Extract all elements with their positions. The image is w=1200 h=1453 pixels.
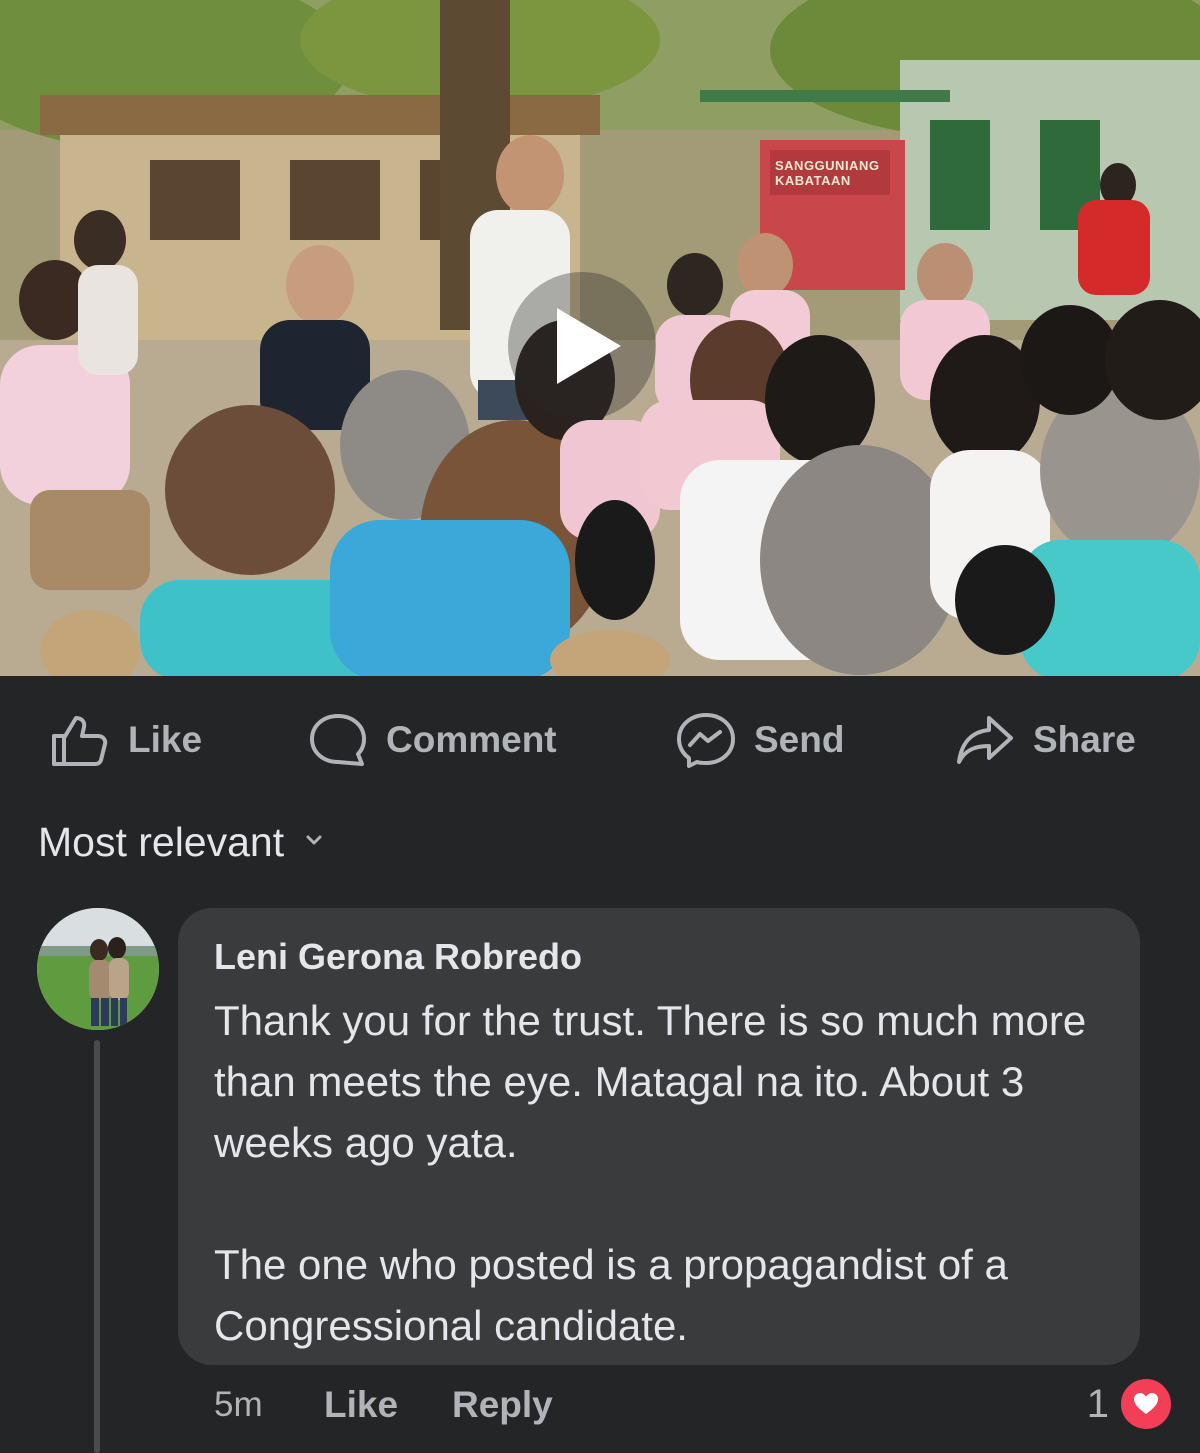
comment-button[interactable]: Comment: [308, 712, 557, 768]
comment-paragraph-1: Thank you for the trust. There is so muc…: [214, 997, 1087, 1166]
post-actions-bar: Like Comment Send Share: [0, 676, 1200, 800]
like-button[interactable]: Like: [50, 712, 202, 768]
sign-line-1: SANGGUNIANG: [775, 158, 880, 173]
thumbs-up-icon: [50, 712, 110, 768]
comment-author[interactable]: Leni Gerona Robredo: [214, 936, 582, 978]
comment-timestamp: 5m: [214, 1385, 263, 1424]
comment-meta: 5m: [214, 1378, 263, 1432]
play-button[interactable]: [508, 272, 656, 420]
send-button[interactable]: Send: [676, 712, 844, 768]
heart-icon: [1117, 1375, 1175, 1433]
comment-like-button[interactable]: Like: [324, 1384, 398, 1426]
share-label: Share: [1033, 719, 1136, 760]
comment-sort-dropdown[interactable]: Most relevant: [38, 812, 324, 872]
play-icon: [557, 308, 621, 384]
messenger-icon: [676, 712, 736, 768]
share-arrow-icon: [955, 712, 1015, 768]
share-button[interactable]: Share: [955, 712, 1136, 768]
chevron-down-icon: [304, 833, 324, 852]
like-label: Like: [128, 719, 203, 760]
comment-bubble: Leni Gerona Robredo Thank you for the tr…: [178, 908, 1140, 1365]
thread-line: [94, 1040, 100, 1453]
comment-reply-button[interactable]: Reply: [452, 1384, 553, 1426]
sort-label: Most relevant: [38, 818, 285, 865]
sign-board: SANGGUNIANG KABATAAN: [775, 158, 895, 188]
comment-label: Comment: [386, 719, 557, 760]
comment-paragraph-2: The one who posted is a propagandist of …: [214, 1241, 1008, 1349]
comment-text: Thank you for the trust. There is so muc…: [214, 990, 1114, 1356]
post-video[interactable]: SANGGUNIANG KABATAAN: [0, 0, 1200, 676]
comment-bubble-icon: [308, 712, 368, 768]
reaction-count: 1: [1086, 1381, 1109, 1426]
comment-reply-wrap: Reply: [452, 1378, 553, 1432]
comment-reactions[interactable]: 1: [1086, 1375, 1175, 1433]
send-label: Send: [754, 719, 845, 760]
comment-like-wrap: Like: [324, 1378, 398, 1432]
sign-line-2: KABATAAN: [775, 173, 851, 188]
avatar[interactable]: [37, 908, 159, 1030]
